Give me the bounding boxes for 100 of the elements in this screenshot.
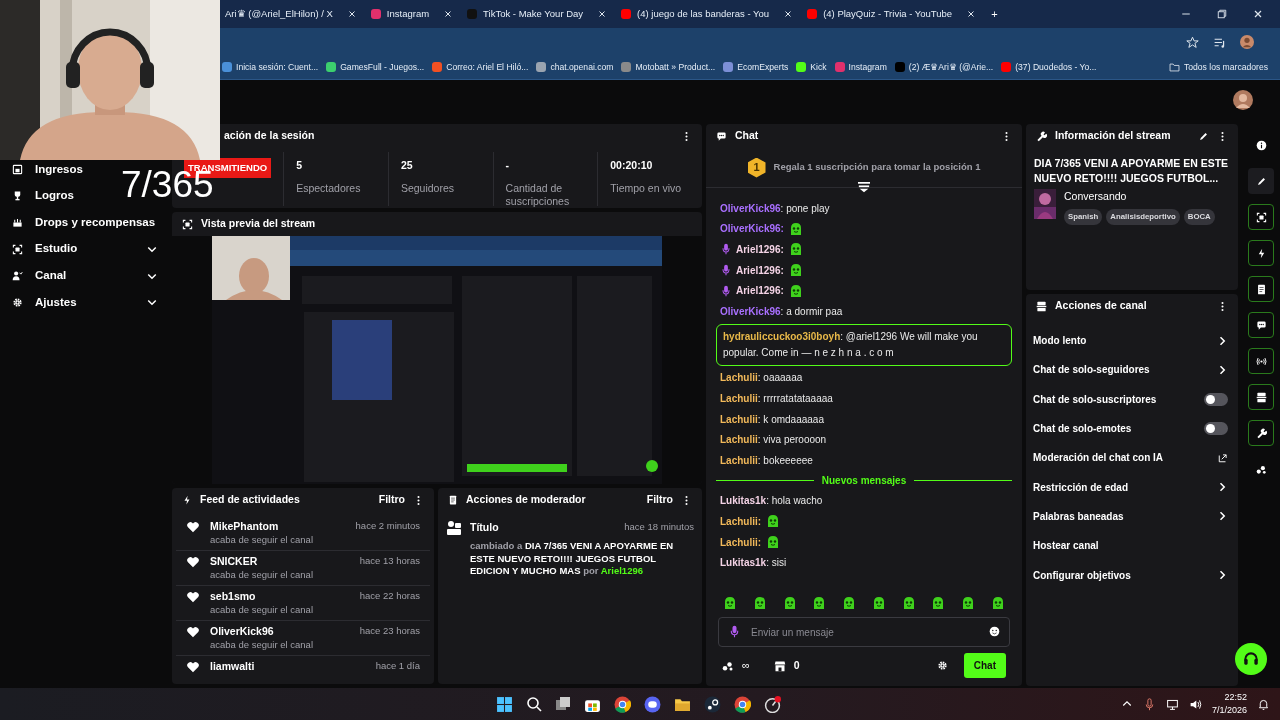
action-item[interactable]: Restricción de edad xyxy=(1033,479,1216,495)
action-item[interactable]: Chat de solo-suscriptores xyxy=(1033,391,1204,407)
windows-icon[interactable] xyxy=(555,696,571,712)
action-item[interactable]: Palabras baneadas xyxy=(1033,508,1216,524)
panel-title: Información del stream xyxy=(1055,128,1172,144)
toggle-switch[interactable] xyxy=(1204,422,1228,436)
chat-message: Lachulii: bokeeeeee xyxy=(720,453,813,468)
bookmark[interactable]: chat.openai.com xyxy=(532,61,618,74)
action-item[interactable]: Moderación del chat con IA xyxy=(1033,450,1218,466)
user-name: MikePhantom xyxy=(210,520,279,534)
bookmark[interactable]: (37) Duodedos - Yo... xyxy=(997,61,1101,74)
filter-button[interactable]: Filtro xyxy=(646,492,673,508)
close-icon[interactable] xyxy=(443,9,454,19)
store-icon[interactable] xyxy=(773,659,786,672)
action-item[interactable]: Modo lento xyxy=(1033,333,1216,349)
heart-icon xyxy=(186,659,200,674)
browser-icon[interactable] xyxy=(734,695,751,713)
new-messages-label: Nuevos mensajes xyxy=(821,474,907,489)
actions-icon xyxy=(1036,300,1047,312)
browser-tab[interactable]: Instagram xyxy=(363,6,461,22)
close-icon[interactable] xyxy=(1252,8,1264,20)
scan-icon[interactable] xyxy=(1255,211,1267,223)
sidebar-item[interactable]: Ingresos xyxy=(12,156,83,183)
search-icon[interactable] xyxy=(526,696,542,712)
filter-button[interactable]: Filtro xyxy=(378,492,405,508)
emoji-icon[interactable] xyxy=(989,626,1000,637)
toggle-switch[interactable] xyxy=(1204,392,1228,406)
close-icon[interactable] xyxy=(346,9,357,19)
bookmark[interactable]: Instagram xyxy=(830,61,891,74)
bookmark[interactable]: EcomExperts xyxy=(719,61,793,74)
sidebar-item[interactable]: Drops y recompensas xyxy=(12,209,156,236)
coins-value: 0 xyxy=(793,657,800,673)
bookmark[interactable]: GamesFull - Juegos... xyxy=(322,61,429,74)
chat-icon[interactable] xyxy=(1255,319,1267,331)
external-link-icon[interactable] xyxy=(1218,452,1228,463)
send-button[interactable]: Chat xyxy=(963,653,1006,678)
close-icon[interactable] xyxy=(597,9,608,19)
new-tab-button[interactable]: + xyxy=(991,5,998,23)
close-icon[interactable] xyxy=(966,9,977,19)
timestamp: hace 23 horas xyxy=(359,624,420,638)
bookmark[interactable]: Correo: Ariel El Hiló... xyxy=(428,61,533,74)
broadcast-icon[interactable] xyxy=(1255,355,1267,367)
stat-label: Seguidores xyxy=(400,181,455,196)
browser-tab[interactable]: (4) PlayQuiz - Trivia - YouTube xyxy=(800,6,984,22)
sidebar-item[interactable]: Canal xyxy=(12,262,158,289)
actions-icon[interactable] xyxy=(1255,391,1267,403)
chat-message: OliverKick96: a dormir paa xyxy=(720,304,843,319)
action-item[interactable]: Hostear canal xyxy=(1033,538,1228,554)
avatar-icon[interactable] xyxy=(1233,90,1253,110)
start-icon[interactable] xyxy=(496,695,513,713)
action-item[interactable]: Chat de solo-emotes xyxy=(1033,421,1204,437)
bookmark[interactable]: (2) Æ♛Ari♛ (@Arie... xyxy=(890,61,998,74)
emote-icon xyxy=(722,595,738,611)
wrench-icon[interactable] xyxy=(1255,427,1267,439)
panel-title: Acciones de moderador xyxy=(466,492,587,508)
close-icon[interactable] xyxy=(783,9,794,19)
rank-badge: 1 xyxy=(747,157,766,178)
bell-icon[interactable] xyxy=(1257,697,1270,711)
browser-tab[interactable]: Ari♛ (@Ariel_ElHilon) / X xyxy=(218,6,364,22)
user-name: Ariel1296: xyxy=(736,284,784,299)
stat-label: Cantidad de suscripciones xyxy=(505,181,571,208)
edit-icon[interactable] xyxy=(1198,130,1209,142)
stat-value: - xyxy=(505,158,511,173)
browser-icon[interactable] xyxy=(614,695,631,713)
browser-tab[interactable]: (4) juego de las banderas - You xyxy=(614,6,801,22)
scroll-down-icon[interactable] xyxy=(858,182,870,194)
dots-icon[interactable] xyxy=(1255,463,1267,475)
timestamp: hace 13 horas xyxy=(359,555,420,568)
clock-date[interactable]: 7/1/2026 xyxy=(1211,704,1247,718)
sidebar-item[interactable]: Estudio xyxy=(12,235,158,263)
action-item[interactable]: Chat de solo-seguidores xyxy=(1033,362,1216,378)
action-item[interactable]: Configurar objetivos xyxy=(1033,567,1216,583)
chat-message: Lukitas1k: sisi xyxy=(720,556,787,571)
stat-value: 25 xyxy=(400,158,414,173)
message-field[interactable]: Enviar un mensaje xyxy=(718,617,1010,647)
points-value: ∞ xyxy=(742,658,750,674)
steam-icon[interactable] xyxy=(704,695,721,713)
volume-icon[interactable] xyxy=(1188,697,1202,711)
gauge-icon[interactable] xyxy=(764,695,781,713)
sidebar-item[interactable]: Ajustes xyxy=(12,288,158,316)
clock-time[interactable]: 22:52 xyxy=(1211,690,1247,704)
settings-icon[interactable] xyxy=(936,660,948,671)
document-icon[interactable] xyxy=(1255,283,1267,295)
user-name: Ariel1296: xyxy=(736,243,784,257)
bookmark[interactable]: Kick xyxy=(792,61,831,74)
network-icon[interactable] xyxy=(1165,697,1179,711)
star-icon[interactable] xyxy=(1186,35,1199,49)
bookmark[interactable]: Motobatt » Product... xyxy=(617,61,720,74)
settings-icon xyxy=(12,296,23,308)
user-link[interactable]: Ariel1296 xyxy=(600,565,643,577)
sidebar-item[interactable]: Logros xyxy=(12,182,74,210)
info-icon[interactable] xyxy=(1255,139,1267,151)
restore-icon[interactable] xyxy=(1216,8,1228,20)
bookmark[interactable]: Inicia sesión: Cuent... xyxy=(218,61,323,74)
browser-tab[interactable]: TikTok - Make Your Day xyxy=(460,6,615,22)
support-button[interactable] xyxy=(1235,643,1267,675)
category-name[interactable]: Conversando xyxy=(1064,189,1230,206)
chat-app-icon[interactable] xyxy=(644,695,661,713)
bookmark-folder[interactable]: Todos los marcadores xyxy=(1164,61,1272,74)
edit-icon[interactable] xyxy=(1255,175,1267,187)
